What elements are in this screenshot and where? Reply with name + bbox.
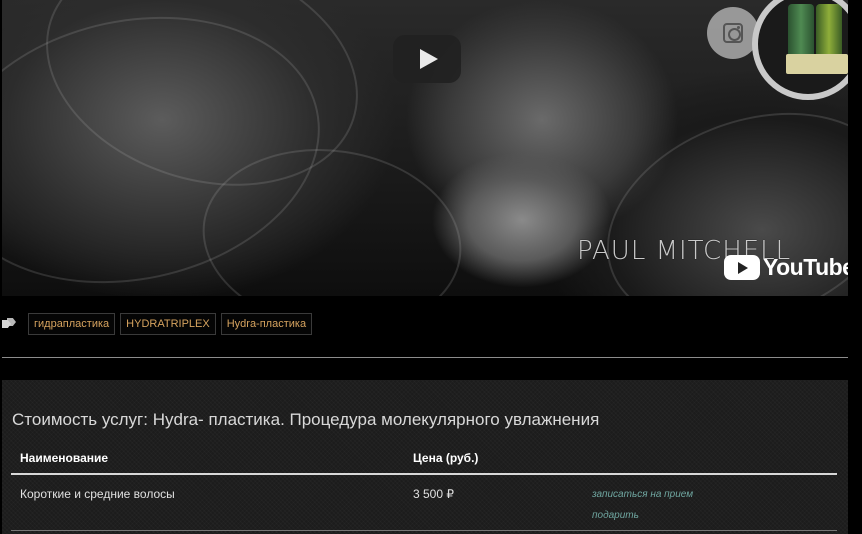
service-name: Короткие и средние волосы bbox=[20, 487, 175, 501]
tags-row: гидрапластика HYDRATRIPLEX Hydra-пластик… bbox=[2, 313, 313, 335]
youtube-logo[interactable]: YouTube bbox=[724, 254, 848, 281]
product-box bbox=[786, 54, 848, 74]
page-edge bbox=[848, 0, 862, 534]
play-button[interactable] bbox=[393, 35, 461, 83]
price-title: Стоимость услуг: Hydra- пластика. Процед… bbox=[12, 410, 600, 429]
instagram-button[interactable] bbox=[707, 7, 759, 59]
instagram-icon bbox=[723, 23, 743, 43]
header-price: Цена (руб.) bbox=[413, 451, 479, 465]
service-price: 3 500 ₽ bbox=[413, 487, 454, 501]
price-table: Наименование Цена (руб.) Короткие и сред… bbox=[11, 447, 837, 531]
youtube-icon bbox=[724, 255, 760, 280]
youtube-label: YouTube bbox=[763, 254, 848, 280]
header-name: Наименование bbox=[20, 451, 109, 465]
tag-link[interactable]: Hydra-пластика bbox=[220, 313, 313, 335]
tag-link[interactable]: гидрапластика bbox=[28, 313, 116, 335]
divider bbox=[2, 357, 848, 358]
table-row: Короткие и средние волосы 3 500 ₽ записа… bbox=[11, 475, 837, 531]
tag-link[interactable]: HYDRATRIPLEX bbox=[120, 313, 216, 335]
price-panel: Стоимость услуг: Hydra- пластика. Процед… bbox=[2, 380, 848, 534]
play-icon bbox=[420, 49, 438, 69]
video-player[interactable]: PAUL MITCHELL YouTube bbox=[2, 0, 848, 296]
book-appointment-link[interactable]: записаться на прием bbox=[592, 489, 693, 500]
gift-link[interactable]: подарить bbox=[592, 510, 639, 521]
table-header: Наименование Цена (руб.) bbox=[11, 447, 837, 475]
tags-icon bbox=[2, 318, 16, 330]
